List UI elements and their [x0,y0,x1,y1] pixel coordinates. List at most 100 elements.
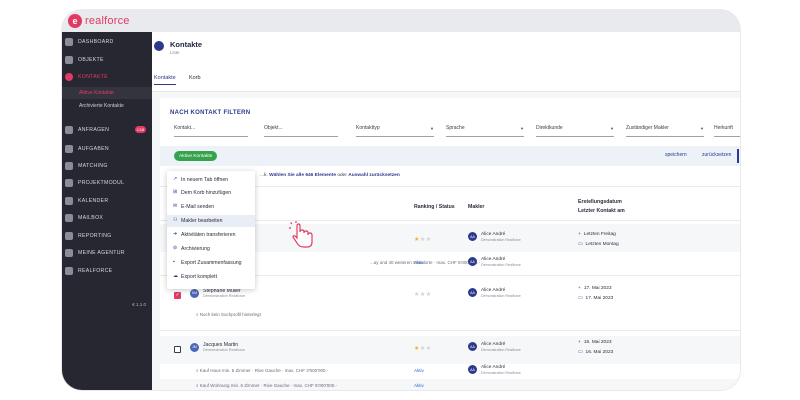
action-bar: Aktive Kontakte speichern zurücksetzen [160,146,740,166]
maker-cell: AA Alice André Démonstration Realforce [468,288,521,298]
row-checkbox[interactable] [174,292,181,299]
archive-icon: ⊘ [173,245,178,252]
hand-cursor-icon [289,221,313,248]
sidebar-item-label: MATCHING [78,163,108,169]
menu-item-send-email[interactable]: ✉ E-Mail senden [167,201,255,213]
menu-item-label: In neuem Tab öffnen [181,176,229,183]
search-profile[interactable]: ⌕ Kauf Haus min. 6 Zimmer · Rive Gauche … [196,368,328,373]
reset-selection-link[interactable]: Auswahl zurücksetzen [348,173,399,178]
filter-zustaendiger-makler[interactable]: Zuständiger Makler ▼ [626,125,704,137]
sidebar-item-label: MAILBOX [78,215,104,221]
last-contact-date: ▭ 17. Mai 2023 [578,296,613,301]
sidebar-item-matching[interactable]: MATCHING [62,158,152,174]
sidebar-item-label: OBJEKTE [78,57,104,63]
sidebar-item-kalender[interactable]: KALENDER [62,193,152,209]
menu-item-open-new-tab[interactable]: ↗ In neuem Tab öffnen [167,174,255,186]
ranking-stars[interactable]: ★★★ [414,236,432,243]
page-header: Kontakte Liste Kontakte Korb [152,32,740,92]
sidebar-item-reporting[interactable]: REPORTING [62,228,152,244]
reset-filter-link[interactable]: zurücksetzen [702,152,731,158]
menu-item-export-full[interactable]: ☁ Export komplett [167,271,255,283]
maker-agency: Démonstration Realforce [481,370,521,375]
divider [160,330,740,331]
selection-middle: oder [337,173,347,178]
menu-item-edit-maker[interactable]: ⚇ Makler bearbeiten [167,215,255,227]
select-all-link[interactable]: Wählen Sie alle 646 Elemente [269,173,336,178]
filter-sprache[interactable]: Sprache ▼ [446,125,524,137]
filter-kontakt[interactable]: Kontakt... [174,125,248,137]
email-icon: ✉ [173,203,178,210]
users-icon: ⚇ [173,217,178,224]
plus-icon: + [578,286,581,291]
tab-kontakte[interactable]: Kontakte [154,75,176,85]
sidebar-item-kontakte[interactable]: KONTAKTE [62,69,152,85]
tab-korb[interactable]: Korb [189,75,201,81]
search-status: Aktiv [414,260,424,265]
sidebar-item-meine-agentur[interactable]: MEINE AGENTUR [62,245,152,261]
contact-agency: Démonstration Realforce [203,348,245,352]
logo-mark: e [68,14,82,28]
anfragen-count-badge: 138 [135,126,146,133]
sidebar-item-dashboard[interactable]: DASHBOARD [62,34,152,50]
chat-icon: ▭ [578,350,583,355]
avatar: AA [468,365,477,375]
created-date-text: Letzten Freitag [583,232,616,237]
version-label: € 1.1.0 [132,302,146,307]
dashboard-icon [65,38,73,46]
filter-herkunft[interactable]: Herkunft [714,125,740,137]
menu-item-transfer-activities[interactable]: ➜ Aktivitäten transferieren [167,229,255,241]
sidebar-item-label: KONTAKTE [78,74,108,80]
ranking-stars[interactable]: ★★★ [414,291,432,298]
menu-item-archive[interactable]: ⊘ Archivierung [167,243,255,255]
created-date: + Letzten Freitag [578,232,616,237]
col-header-makler[interactable]: Makler [468,204,484,210]
logo[interactable]: e realforce [68,14,130,28]
basket-icon: ⊞ [173,189,178,196]
filter-kontakttyp[interactable]: Kontakttyp ▼ [356,125,434,137]
filter-objekt[interactable]: Objekt... [264,125,338,137]
save-filter-link[interactable]: speichern [665,152,687,158]
building-icon [65,56,73,64]
selection-prefix: ...k. [260,173,268,178]
search-profile[interactable]: ⌕ Kauf Wohnung min. 6 Zimmer · Rive Gauc… [196,383,337,388]
contacts-icon [65,73,73,81]
col-header-created[interactable]: Erstellungsdatum [578,199,622,205]
sidebar: DASHBOARD OBJEKTE KONTAKTE Aktive Kontak… [62,32,152,390]
external-link-icon: ↗ [173,176,178,183]
last-contact-text: Letzten Montag [585,242,619,247]
sidebar-item-realforce[interactable]: REALFORCE [62,263,152,279]
avatar: JM [190,342,199,352]
sidebar-item-anfragen[interactable]: ANFRAGEN 138 [62,122,152,138]
active-contacts-chip[interactable]: Aktive Kontakte [174,151,218,161]
chevron-down-icon: ▼ [700,126,704,131]
ranking-stars[interactable]: ★★★ [414,345,432,352]
sidebar-subitem-aktive-kontakte[interactable]: Aktive Kontakte [62,87,152,99]
filter-direktkunde[interactable]: Direktkunde ▼ [536,125,614,137]
cloud-export-icon: ☁ [173,273,178,280]
sidebar-item-mailbox[interactable]: MAILBOX [62,210,152,226]
report-icon [65,232,73,240]
row-checkbox[interactable] [174,346,181,353]
contact-cell[interactable]: JM Jacques Martin Démonstration Realforce [190,342,245,352]
avatar: AA [468,232,477,242]
user-circle-icon [154,41,164,51]
search-profile[interactable]: ...ay und 40 weiteren Standorte · max. C… [370,260,480,265]
last-contact-date: ▭ Letzten Montag [578,242,619,247]
last-contact-date: ▭ 16. Mai 2023 [578,350,613,355]
menu-item-label: Dem Korb hinzufügen [181,189,232,196]
chevron-down-icon: ▼ [430,126,434,131]
chevron-down-icon: ▼ [610,126,614,131]
filter-label: Kontakt... [174,125,196,131]
sidebar-subitem-archivierte-kontakte[interactable]: Archivierte Kontakte [62,100,152,112]
col-header-ranking[interactable]: Ranking / Status [414,204,455,210]
menu-item-add-to-basket[interactable]: ⊞ Dem Korb hinzufügen [167,187,255,199]
contact-cell[interactable]: SM Stéphane Muller Démonstration Realforc… [190,288,245,298]
sidebar-item-projektmodul[interactable]: PROJEKTMODUL [62,175,152,191]
maker-cell: AA Alice André Démonstration Realforce [468,365,521,375]
menu-item-label: Makler bearbeiten [181,217,223,224]
sidebar-item-aufgaben[interactable]: AUFGABEN [62,141,152,157]
page-subtitle: Liste [170,50,180,55]
menu-item-export-summary[interactable]: ▪ Export Zusammenfassung [167,257,255,269]
sidebar-item-objekte[interactable]: OBJEKTE [62,52,152,68]
col-header-last-contact[interactable]: Letzter Kontakt am [578,208,625,214]
